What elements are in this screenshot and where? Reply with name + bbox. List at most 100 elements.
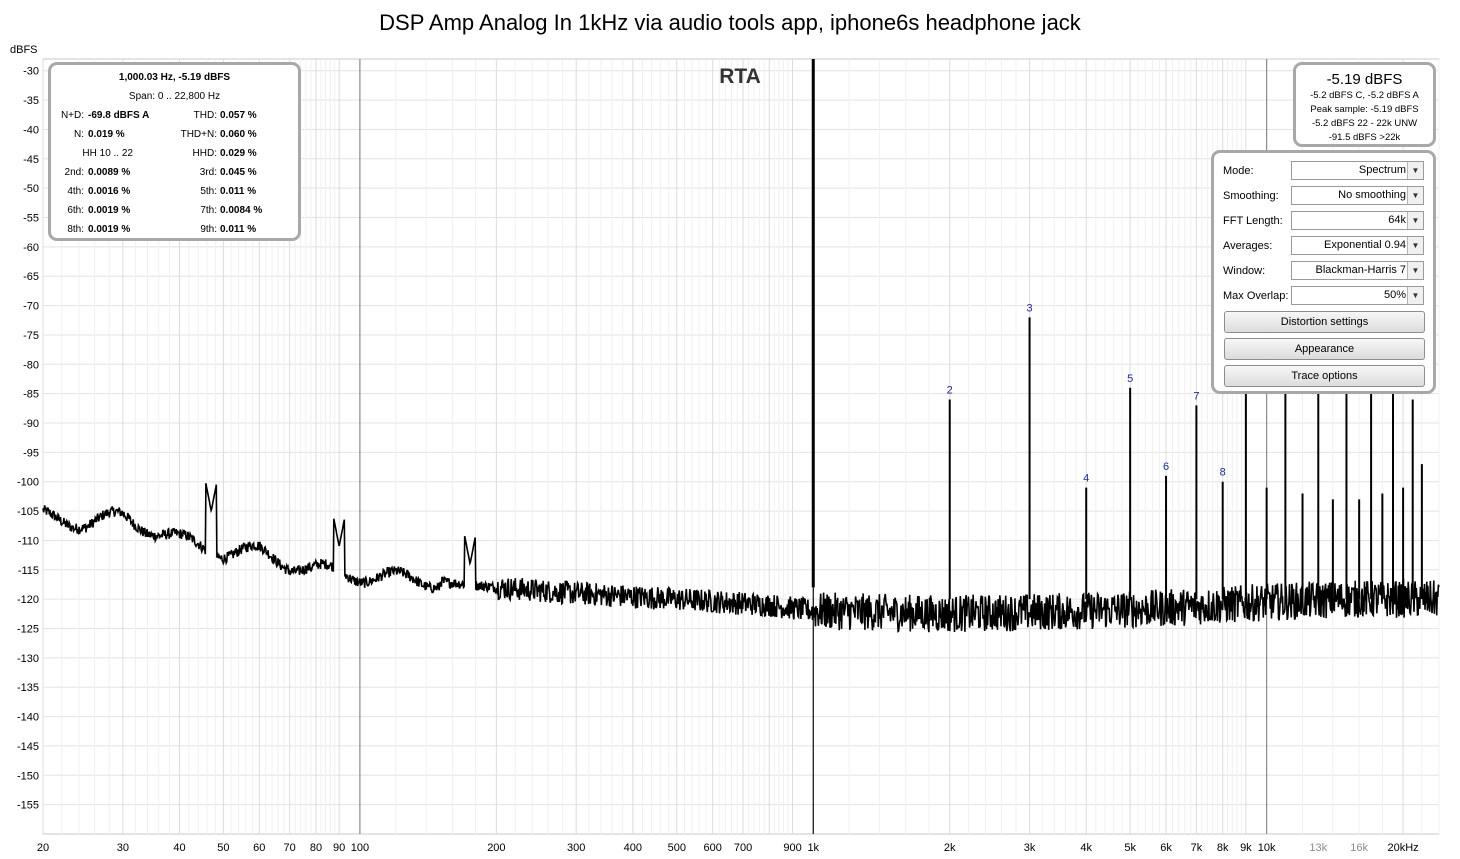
x-tick-label: 5k [1124, 842, 1136, 854]
x-tick-label: 3k [1024, 842, 1036, 854]
x-tick-label: 400 [624, 842, 642, 854]
smoothing-label: Smoothing: [1223, 190, 1279, 202]
harmonic-label: 6 [1163, 461, 1169, 473]
hhd-label: HHD: [192, 148, 217, 159]
y-tick-label: -55 [23, 213, 39, 225]
x-tick-label: 30 [117, 842, 129, 854]
chevron-down-icon[interactable]: ▼ [1407, 187, 1423, 204]
nd-value: -69.8 dBFS A [88, 110, 150, 121]
nd-label: N+D: [60, 110, 84, 121]
y-tick-label: -105 [17, 506, 39, 518]
max-overlap-value: 50% [1383, 289, 1406, 301]
h8-value: 0.0019 % [88, 224, 131, 235]
span-readout: Span: 0 .. 22,800 Hz [51, 90, 298, 104]
y-tick-label: -155 [17, 800, 39, 812]
x-tick-label: 40 [173, 842, 185, 854]
x-tick-label: 4k [1080, 842, 1092, 854]
window-select[interactable]: Blackman-Harris 7 ▼ [1291, 261, 1424, 280]
window-label: Window: [1223, 265, 1266, 277]
x-tick-label: 600 [703, 842, 721, 854]
y-tick-label: -50 [23, 183, 39, 195]
y-tick-label: -35 [23, 95, 39, 107]
y-tick-label: -115 [18, 565, 39, 577]
averages-value: Exponential 0.94 [1324, 239, 1406, 251]
x-tick-label: 500 [668, 842, 686, 854]
max-overlap-row: Max Overlap: 50% ▼ [1214, 286, 1433, 308]
x-tick-label: 300 [567, 842, 585, 854]
level-unweighted: -5.2 dBFS 22 - 22k UNW [1311, 118, 1418, 129]
chevron-down-icon[interactable]: ▼ [1407, 262, 1423, 279]
span-text: Span: 0 .. 22,800 Hz [128, 91, 221, 102]
max-overlap-select[interactable]: 50% ▼ [1291, 286, 1424, 305]
y-tick-label: -85 [23, 389, 39, 401]
x-tick-label: 9k [1240, 842, 1252, 854]
h9-label: 9th: [200, 224, 217, 235]
x-tick-label: 700 [734, 842, 752, 854]
h3-value: 0.045 % [220, 167, 257, 178]
y-axis-unit: dBFS [10, 44, 38, 56]
x-tick-label: 20kHz [1388, 842, 1419, 854]
y-tick-labels: -30 -35 -40 -45 -50 -55 -60 -65 -70 -75 -80 -85 -90 -… [17, 66, 39, 812]
distortion-settings-button[interactable]: Distortion settings [1224, 311, 1425, 333]
fft-length-label: FFT Length: [1223, 215, 1283, 227]
distortion-stats-panel[interactable]: 1,000.03 Hz, -5.19 dBFS Span: 0 .. 22,80… [48, 62, 301, 241]
h2-value: 0.0089 % [88, 167, 131, 178]
x-tick-label: 1k [807, 842, 819, 854]
chevron-down-icon[interactable]: ▼ [1407, 287, 1423, 304]
fft-length-value: 64k [1388, 214, 1406, 226]
x-tick-label: 90 [333, 842, 345, 854]
y-tick-label: -75 [23, 330, 39, 342]
level-readout-panel[interactable]: -5.19 dBFS -5.2 dBFS C, -5.2 dBFS A Peak… [1293, 62, 1436, 147]
rta-controls-panel[interactable]: Mode: Spectrum ▼ Smoothing: No smoothing… [1211, 150, 1436, 394]
harmonic-label: 3 [1027, 302, 1033, 314]
level-peak-sample: Peak sample: -5.19 dBFS [1310, 104, 1419, 115]
trace-options-button[interactable]: Trace options [1224, 365, 1425, 387]
averages-row: Averages: Exponential 0.94 ▼ [1214, 236, 1433, 258]
y-tick-label: -150 [17, 770, 39, 782]
level-main-value: -5.19 dBFS [1326, 71, 1403, 88]
n-value: 0.019 % [88, 129, 125, 140]
chevron-down-icon[interactable]: ▼ [1407, 212, 1423, 229]
x-tick-label: 200 [487, 842, 505, 854]
h4-value: 0.0016 % [88, 186, 131, 197]
harmonic-label: 2 [947, 385, 953, 397]
x-tick-label: 8k [1217, 842, 1229, 854]
averages-select[interactable]: Exponential 0.94 ▼ [1291, 236, 1424, 255]
h7-label: 7th: [200, 205, 217, 216]
chevron-down-icon[interactable]: ▼ [1407, 162, 1423, 179]
chevron-down-icon[interactable]: ▼ [1407, 237, 1423, 254]
h7-value: 0.0084 % [220, 205, 263, 216]
thd-label: THD: [193, 110, 217, 121]
h6-label: 6th: [67, 205, 84, 216]
y-tick-label: -65 [23, 271, 39, 283]
mode-select[interactable]: Spectrum ▼ [1291, 161, 1424, 180]
x-tick-label: 10k [1258, 842, 1276, 854]
window-row: Window: Blackman-Harris 7 ▼ [1214, 261, 1433, 283]
y-tick-label: -90 [23, 418, 39, 430]
fundamental-readout: 1,000.03 Hz, -5.19 dBFS [118, 72, 231, 83]
level-weighted: -5.2 dBFS C, -5.2 dBFS A [1310, 90, 1419, 101]
h8-label: 8th: [67, 224, 84, 235]
h5-value: 0.011 % [220, 186, 257, 197]
thd-value: 0.057 % [220, 110, 257, 121]
fft-length-select[interactable]: 64k ▼ [1291, 211, 1424, 230]
y-tick-label: -120 [17, 594, 39, 606]
h5-label: 5th: [200, 186, 217, 197]
y-tick-label: -95 [23, 447, 39, 459]
y-tick-label: -100 [17, 477, 39, 489]
y-tick-label: -80 [23, 359, 39, 371]
y-tick-label: -40 [23, 124, 39, 136]
x-tick-label: 80 [310, 842, 322, 854]
x-tick-label: 60 [253, 842, 265, 854]
harmonic-label: 8 [1220, 467, 1226, 479]
smoothing-row: Smoothing: No smoothing ▼ [1214, 186, 1433, 208]
max-overlap-label: Max Overlap: [1223, 290, 1289, 302]
thdn-label: THD+N: [180, 129, 217, 140]
chart-title: DSP Amp Analog In 1kHz via audio tools a… [379, 10, 1082, 35]
smoothing-select[interactable]: No smoothing ▼ [1291, 186, 1424, 205]
hhd-value: 0.029 % [220, 148, 257, 159]
fft-length-row: FFT Length: 64k ▼ [1214, 211, 1433, 233]
x-tick-label: 6k [1160, 842, 1172, 854]
x-tick-label: 13k [1309, 842, 1327, 854]
appearance-button[interactable]: Appearance [1224, 338, 1425, 360]
